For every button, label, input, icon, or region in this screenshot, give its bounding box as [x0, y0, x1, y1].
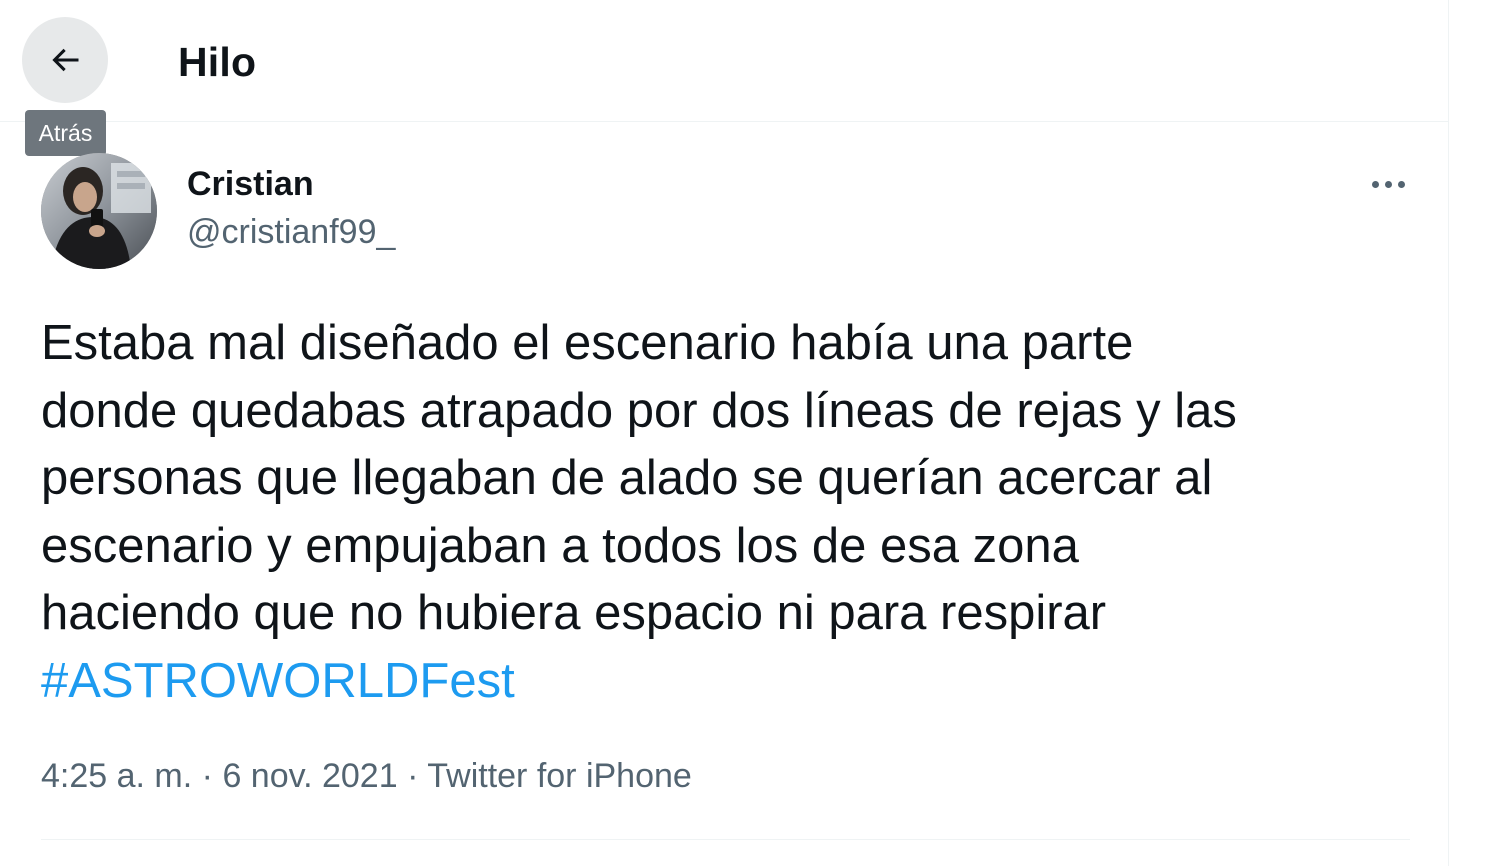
tweet-text-line: personas que llegaban de alado se quería… [41, 451, 1213, 505]
main-column: Hilo Atrás Cristian @cristianf99_ Estaba… [0, 0, 1449, 866]
more-horizontal-icon [1384, 180, 1392, 188]
hashtag-link[interactable]: #ASTROWORLDFest [41, 648, 1421, 716]
back-button[interactable] [22, 17, 108, 103]
more-horizontal-icon [1371, 180, 1379, 188]
more-horizontal-icon [1397, 180, 1405, 188]
tweet-text-line: donde quedabas atrapado por dos líneas d… [41, 383, 1237, 438]
page: Hilo Atrás Cristian @cristianf99_ Estaba… [0, 0, 1500, 866]
tweet-text-line: haciendo que no hubiera espacio ni para … [41, 586, 1107, 640]
thread-header: Hilo [0, 0, 1449, 122]
tweet-text-line: escenario y empujaban a todos los de esa… [41, 518, 1079, 573]
arrow-left-icon [52, 48, 79, 72]
tweet-source[interactable]: Twitter for iPhone [427, 757, 692, 795]
avatar-image [41, 153, 157, 269]
meta-separator: · [201, 757, 213, 795]
tweet-text-line: Estaba mal diseñado el escenario había u… [41, 316, 1134, 370]
tweet-time[interactable]: 4:25 a. m. [41, 757, 192, 795]
meta-separator: · [407, 757, 419, 795]
divider [41, 839, 1410, 840]
tweet-metadata: 4:25 a. m. · 6 nov. 2021 · Twitter for i… [41, 755, 692, 797]
page-title: Hilo [178, 39, 257, 85]
author-handle[interactable]: @cristianf99_ [187, 212, 395, 252]
more-options-button[interactable] [1360, 160, 1416, 208]
tweet-text: Estaba mal diseñado el escenario había u… [41, 310, 1421, 715]
back-tooltip: Atrás [25, 110, 106, 156]
tweet-date[interactable]: 6 nov. 2021 [222, 757, 397, 795]
avatar[interactable] [41, 153, 157, 269]
author-display-name[interactable]: Cristian [187, 164, 314, 204]
